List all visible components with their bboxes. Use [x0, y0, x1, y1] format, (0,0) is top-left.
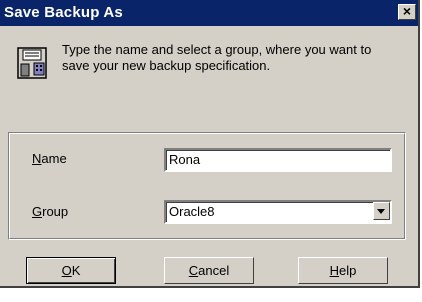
group-label: Group	[32, 204, 69, 219]
dialog-title: Save Backup As	[4, 4, 123, 21]
close-icon: ×	[402, 3, 412, 19]
cancel-button[interactable]: Cancel	[164, 257, 254, 284]
floppy-disk-icon	[16, 46, 50, 82]
close-button[interactable]: ×	[398, 4, 416, 20]
name-field-value: Rona	[169, 152, 201, 167]
title-bar[interactable]: Save Backup As ×	[0, 0, 418, 26]
name-field[interactable]: Rona	[164, 148, 392, 172]
ok-button[interactable]: OK	[26, 257, 116, 284]
name-label: Name	[32, 151, 67, 166]
chevron-down-icon	[377, 209, 385, 214]
group-dropdown-value: Oracle8	[169, 204, 215, 219]
save-backup-dialog: Save Backup As × Type the name and selec…	[0, 0, 420, 288]
help-button[interactable]: Help	[298, 257, 388, 284]
group-dropdown[interactable]: Oracle8	[164, 200, 392, 224]
group-dropdown-button[interactable]	[373, 202, 390, 220]
instruction-text: Type the name and select a group, where …	[62, 42, 372, 73]
